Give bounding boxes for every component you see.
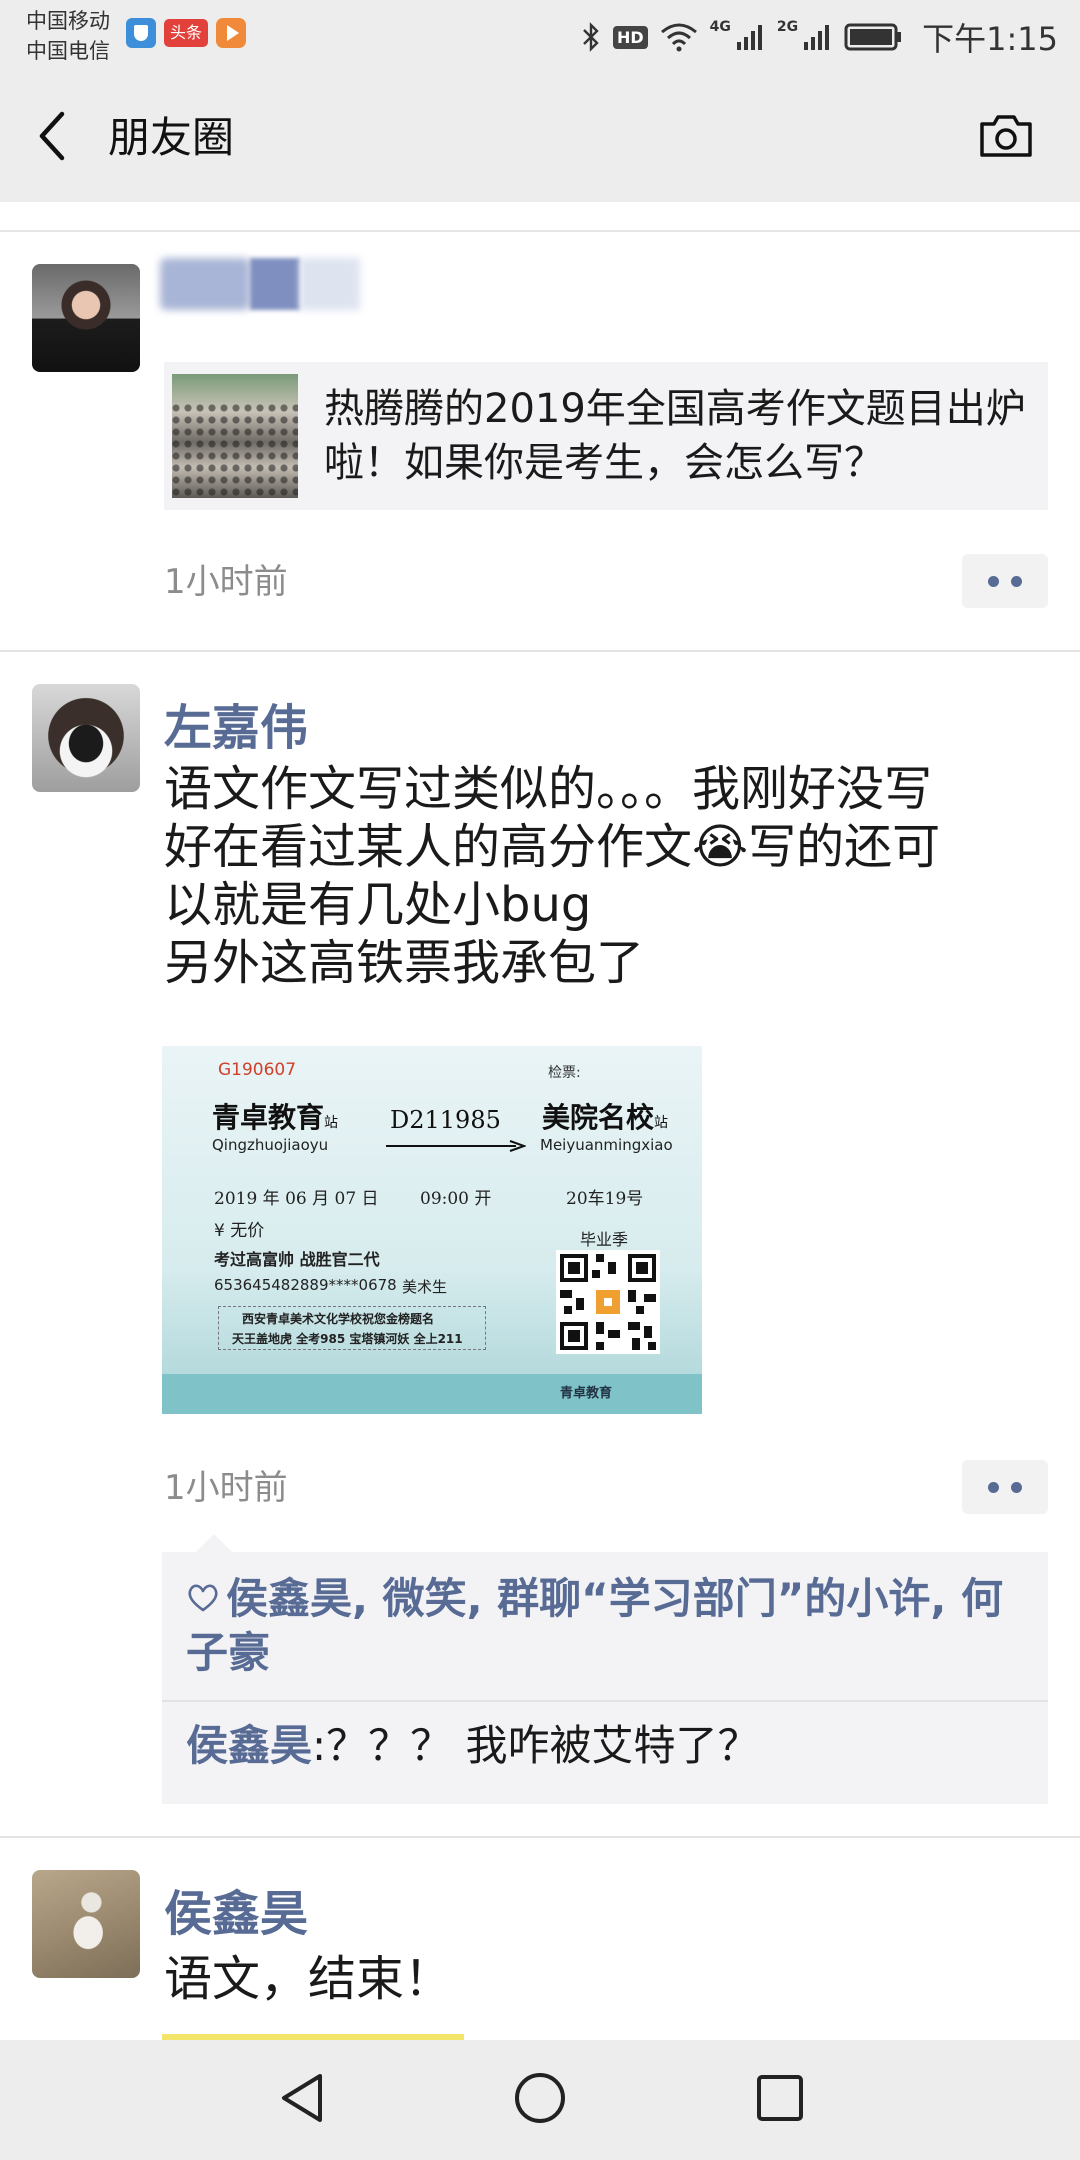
comment-row[interactable]: 侯鑫昊:？？？ 我咋被艾特了？: [186, 1716, 760, 1776]
nav-back-icon[interactable]: [272, 2068, 332, 2128]
qr-code-icon: [556, 1250, 660, 1354]
back-chevron-icon[interactable]: [30, 108, 74, 164]
ticket-band: [162, 1374, 702, 1414]
link-title: 热腾腾的2019年全国高考作文题目出炉啦！如果你是考生，会怎么写？: [324, 386, 1026, 486]
ticket-train-no: D211985: [390, 1106, 501, 1134]
ticket-slogan1: 西安青卓美术文化学校祝您金榜题名: [242, 1312, 435, 1326]
post2-text-line1: 语文作文写过类似的。。。我刚好没写: [164, 761, 933, 817]
post3-author[interactable]: 侯鑫昊: [164, 1874, 308, 1944]
network-type-2: 2G: [776, 19, 799, 35]
nav-home-icon[interactable]: [510, 2068, 570, 2128]
header-divider: [0, 230, 1080, 232]
nav-recents-icon[interactable]: [750, 2068, 810, 2128]
network-type-1: 4G: [709, 19, 731, 35]
post2-text-line2a: 好在看过某人的高分作文: [164, 819, 693, 875]
post2-text-line4: 另外这高铁票我承包了: [164, 935, 645, 991]
hd-badge: HD: [612, 25, 648, 49]
ticket-season: 毕业季: [580, 1230, 629, 1249]
post1-timestamp: 1小时前: [164, 562, 288, 602]
post1-more-dots-icon[interactable]: [962, 554, 1048, 608]
carrier-1: 中国移动: [26, 9, 110, 33]
ticket-arrow-icon: [386, 1140, 526, 1152]
status-indicators: HD 4G 2G 下午1:15: [581, 14, 1058, 60]
notification-icons: 头条: [126, 18, 247, 48]
carrier-labels: 中国移动 中国电信: [26, 6, 110, 66]
system-nav-bar: [0, 2040, 1080, 2160]
post2-text-line3: 以就是有几处小bug: [164, 877, 592, 933]
facepalm-emoji-icon: 😭: [692, 819, 749, 875]
ticket-price: ¥ 无价: [214, 1221, 265, 1241]
moments-screen: 中国移动 中国电信 头条 HD 4G 2G 下午1:15 朋友圈 热腾腾的201…: [0, 0, 1080, 2160]
post-divider-2: [0, 1836, 1080, 1838]
post2-more-dots-icon[interactable]: [962, 1460, 1048, 1514]
ticket-from: 青卓教育站: [212, 1096, 338, 1136]
ticket-date: 2019 年 06 月 07 日: [214, 1189, 379, 1209]
post3-text: 语文，结束！: [164, 1951, 453, 2007]
post2-text: 语文作文写过类似的。。。我刚好没写 好在看过某人的高分作文😭写的还可 以就是有几…: [164, 760, 1044, 992]
social-caret: [196, 1534, 232, 1552]
shield-app-icon: [126, 18, 156, 48]
link-thumbnail: [172, 374, 298, 498]
post-divider: [0, 650, 1080, 652]
ticket-seat-type: 考过高富帅 战胜官二代: [214, 1250, 380, 1269]
post2-text-line2b: 写的还可: [748, 819, 941, 875]
post1-link-card[interactable]: 热腾腾的2019年全国高考作文题目出炉啦！如果你是考生，会怎么写？: [164, 362, 1048, 510]
ticket-to-name: 美院名校: [542, 1101, 655, 1134]
post1-author-blurred[interactable]: [160, 258, 400, 310]
comment-text: :？？？ 我咋被艾特了？: [312, 1721, 760, 1770]
camera-icon[interactable]: [976, 112, 1036, 160]
post3-avatar[interactable]: [32, 1870, 140, 1978]
ticket-departure: 09:00 开: [420, 1189, 492, 1209]
ticket-brand: 青卓教育: [560, 1386, 613, 1401]
ticket-class: 美术生: [402, 1278, 448, 1296]
ticket-slogan2: 天王盖地虎 全考985 宝塔镇河妖 全上211: [232, 1332, 463, 1346]
battery-icon: [844, 23, 902, 51]
post2-likes-comments: 侯鑫昊, 微笑, 群聊“学习部门”的小许, 何子豪 侯鑫昊:？？？ 我咋被艾特了…: [162, 1552, 1048, 1804]
comment-author[interactable]: 侯鑫昊: [186, 1721, 312, 1770]
ticket-id-no: 653645482889****0678: [214, 1276, 397, 1294]
likes-comments-divider: [162, 1700, 1048, 1702]
likes-list[interactable]: 侯鑫昊, 微笑, 群聊“学习部门”的小许, 何子豪: [186, 1572, 1026, 1680]
carrier-2: 中国电信: [26, 39, 110, 63]
title-bar: 朋友圈: [0, 70, 1080, 202]
ticket-check: 检票:: [548, 1065, 581, 1081]
signal-icon: [736, 25, 762, 50]
post2-ticket-image[interactable]: G190607 检票: 青卓教育站 Qingzhuojiaoyu D211985…: [162, 1046, 702, 1414]
wifi-icon: [660, 23, 697, 52]
post2-timestamp: 1小时前: [164, 1468, 288, 1508]
status-bar: 中国移动 中国电信 头条 HD 4G 2G 下午1:15: [0, 0, 1080, 70]
ticket-to: 美院名校站: [542, 1096, 668, 1136]
ticket-to-suffix: 站: [654, 1115, 669, 1131]
clock: 下午1:15: [922, 20, 1058, 58]
ticket-from-suffix: 站: [324, 1115, 339, 1131]
post1-avatar[interactable]: [32, 264, 140, 372]
bluetooth-icon: [583, 22, 599, 52]
post2-author[interactable]: 左嘉伟: [164, 688, 308, 758]
heart-icon: [188, 1584, 218, 1612]
page-title: 朋友圈: [108, 113, 235, 162]
toutiao-app-icon: 头条: [164, 19, 209, 47]
ticket-from-name: 青卓教育: [212, 1101, 325, 1134]
ticket-seat: 20车19号: [566, 1189, 644, 1209]
likes-names: 侯鑫昊, 微笑, 群聊“学习部门”的小许, 何子豪: [186, 1574, 1003, 1677]
ticket-code: G190607: [218, 1060, 297, 1080]
post2-avatar[interactable]: [32, 684, 140, 792]
ticket-from-pinyin: Qingzhuojiaoyu: [212, 1136, 329, 1154]
video-app-icon: [216, 18, 247, 48]
signal-icon-2: [804, 25, 830, 50]
post2-text-line2: 好在看过某人的高分作文😭写的还可: [164, 818, 1044, 876]
ticket-to-pinyin: Meiyuanmingxiao: [540, 1136, 673, 1154]
